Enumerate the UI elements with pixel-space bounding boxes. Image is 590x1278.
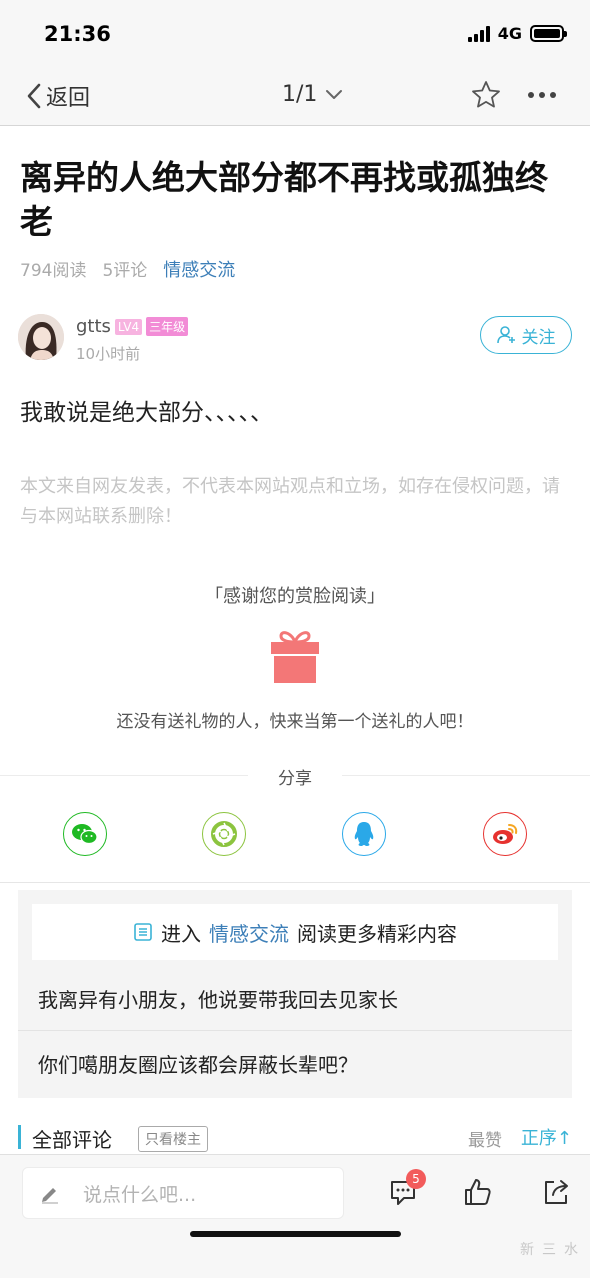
gift-button[interactable] [269,626,321,688]
author-name[interactable]: gtts [76,316,111,337]
share-button[interactable] [541,1177,571,1211]
post-time: 10小时前 [76,345,141,363]
follow-label: 关注 [521,327,556,348]
back-button[interactable]: 返回 [26,80,90,112]
only-host-button[interactable]: 只看楼主 [138,1126,208,1152]
share-qq-button[interactable] [342,812,386,856]
comment-count: 5评论 [102,261,148,281]
enter-category: 情感交流 [209,921,289,946]
avatar-image [18,314,64,360]
article-meta: 794阅读 5评论 情感交流 [20,256,235,282]
pager-label: 1/1 [282,82,318,107]
comment-input[interactable]: 说点什么吧... [22,1167,344,1219]
comments-title: 全部评论 [32,1128,112,1152]
related-section: 进入 情感交流 阅读更多精彩内容 我离异有小朋友，他说要带我回去见家长 你们噶朋… [18,890,572,1098]
share-options [0,812,590,858]
chevron-left-icon [27,83,41,109]
more-dots-icon [528,92,534,98]
level-badge: LV4 [114,318,143,335]
follow-button[interactable]: 关注 [480,316,572,354]
weibo-icon [493,824,518,844]
share-weibo-button[interactable] [483,812,527,856]
avatar[interactable] [18,314,64,360]
disclaimer: 本文来自网友发表，不代表本网站观点和立场，如存在侵权问题，请与本网站联系删除！ [20,476,560,527]
related-item[interactable]: 我离异有小朋友，他说要带我回去见家长 [18,966,572,1030]
comment-placeholder: 说点什么吧... [83,1183,197,1206]
share-wechat-button[interactable] [63,812,107,856]
article-title: 离异的人绝大部分都不再找或孤独终老 [20,158,548,241]
qq-icon [354,822,374,846]
comment-count-badge: 5 [406,1169,426,1189]
favorite-button[interactable] [470,79,502,115]
network-label: 4G [497,24,522,43]
enter-prefix: 进入 [161,921,201,946]
grade-badge: 三年级 [146,317,189,336]
related-item[interactable]: 你们噶朋友圈应该都会屏蔽长辈吧？ [18,1031,572,1095]
reward-thanks: 「感谢您的赏脸阅读」 [205,586,385,607]
comments-button[interactable]: 5 [388,1169,426,1211]
signal-icon [467,25,490,42]
share-label: 分享 [278,769,312,789]
share-header: 分享 [0,764,590,789]
nav-bar: 返回 1/1 [0,70,590,126]
share-icon [545,1180,568,1204]
author-name-row: gtts LV4 三年级 [76,316,189,337]
page-selector[interactable]: 1/1 [282,82,343,107]
star-icon [472,81,500,108]
home-indicator[interactable] [190,1231,401,1237]
category-link[interactable]: 情感交流 [163,256,235,282]
enter-category-banner[interactable]: 进入 情感交流 阅读更多精彩内容 [32,904,558,960]
comments-header: 全部评论 只看楼主 最赞 正序↑ [18,1122,572,1152]
status-bar: 21:36 4G [0,0,590,70]
chevron-down-icon [326,89,343,99]
sort-hot-button[interactable]: 最赞 [468,1126,502,1151]
section-divider [0,882,590,883]
more-button[interactable] [528,92,556,98]
reward-empty-text: 还没有送礼物的人，快来当第一个送礼的人吧！ [116,712,474,732]
gift-icon [271,631,319,683]
enter-suffix: 阅读更多精彩内容 [297,921,457,946]
article-body: 我敢说是绝大部分、、、、、 [20,400,273,426]
moments-icon [211,821,237,847]
author-row: gtts LV4 三年级 10小时前 关注 [18,314,572,366]
accent-bar [18,1125,21,1149]
back-label: 返回 [46,86,91,111]
wechat-icon [72,824,98,845]
pencil-icon [42,1188,58,1204]
battery-icon [530,25,567,42]
list-icon [134,923,152,941]
sort-order-button[interactable]: 正序↑ [521,1124,572,1150]
like-button[interactable] [463,1177,493,1211]
status-time: 21:36 [44,22,111,46]
bottom-bar: 说点什么吧... 5 新三水 [0,1154,590,1278]
thumbs-up-icon [465,1179,491,1205]
status-indicators: 4G [467,24,567,43]
share-moments-button[interactable] [202,812,246,856]
read-count: 794阅读 [20,261,87,281]
add-user-icon [496,326,515,344]
watermark: 新三水 [520,1242,586,1258]
